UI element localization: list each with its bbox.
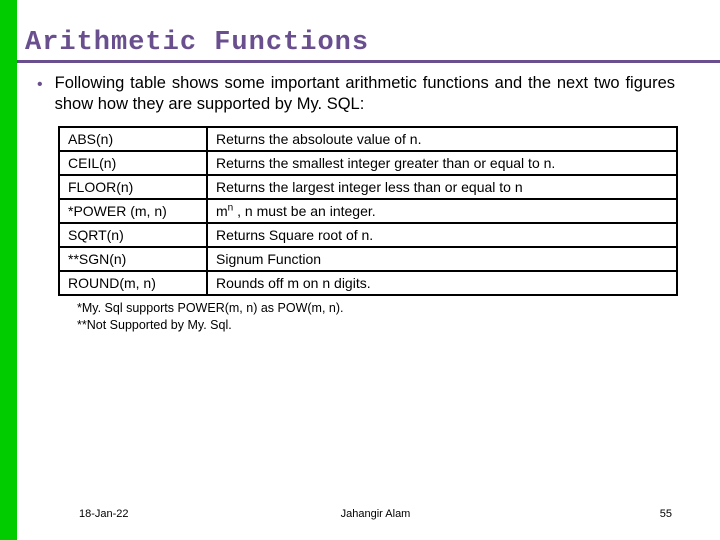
fn-name: SQRT(n) xyxy=(59,223,207,247)
footer-page-number: 55 xyxy=(474,508,690,520)
footer-date: 18-Jan-22 xyxy=(79,508,277,520)
table-row: CEIL(n) Returns the smallest integer gre… xyxy=(59,151,677,175)
fn-desc: Returns the absoloute value of n. xyxy=(207,127,677,151)
fn-name: *POWER (m, n) xyxy=(59,199,207,223)
bullet-icon: • xyxy=(37,73,55,96)
fn-desc: Rounds off m on n digits. xyxy=(207,271,677,295)
slide-content: Arithmetic Functions • Following table s… xyxy=(17,0,720,540)
fn-desc: mn , n must be an integer. xyxy=(207,199,677,223)
footnotes: *My. Sql supports POWER(m, n) as POW(m, … xyxy=(17,298,720,334)
fn-desc: Signum Function xyxy=(207,247,677,271)
accent-bar xyxy=(0,0,17,540)
intro-text: • Following table shows some important a… xyxy=(17,73,720,116)
page-title: Arithmetic Functions xyxy=(17,0,720,63)
table-row: ABS(n) Returns the absoloute value of n. xyxy=(59,127,677,151)
table-row: FLOOR(n) Returns the largest integer les… xyxy=(59,175,677,199)
table-row: *POWER (m, n) mn , n must be an integer. xyxy=(59,199,677,223)
fn-desc: Returns the largest integer less than or… xyxy=(207,175,677,199)
table-row: ROUND(m, n) Rounds off m on n digits. xyxy=(59,271,677,295)
fn-name: ROUND(m, n) xyxy=(59,271,207,295)
fn-name: CEIL(n) xyxy=(59,151,207,175)
slide-footer: 18-Jan-22 Jahangir Alam 55 xyxy=(34,508,720,520)
fn-name: **SGN(n) xyxy=(59,247,207,271)
footnote-1: *My. Sql supports POWER(m, n) as POW(m, … xyxy=(77,300,720,317)
functions-table: ABS(n) Returns the absoloute value of n.… xyxy=(58,126,678,296)
table-row: **SGN(n) Signum Function xyxy=(59,247,677,271)
fn-desc: Returns the smallest integer greater tha… xyxy=(207,151,677,175)
fn-name: FLOOR(n) xyxy=(59,175,207,199)
intro-paragraph: Following table shows some important ari… xyxy=(55,73,675,116)
footer-author: Jahangir Alam xyxy=(277,508,475,520)
fn-desc: Returns Square root of n. xyxy=(207,223,677,247)
footnote-2: **Not Supported by My. Sql. xyxy=(77,317,720,334)
fn-name: ABS(n) xyxy=(59,127,207,151)
table-row: SQRT(n) Returns Square root of n. xyxy=(59,223,677,247)
